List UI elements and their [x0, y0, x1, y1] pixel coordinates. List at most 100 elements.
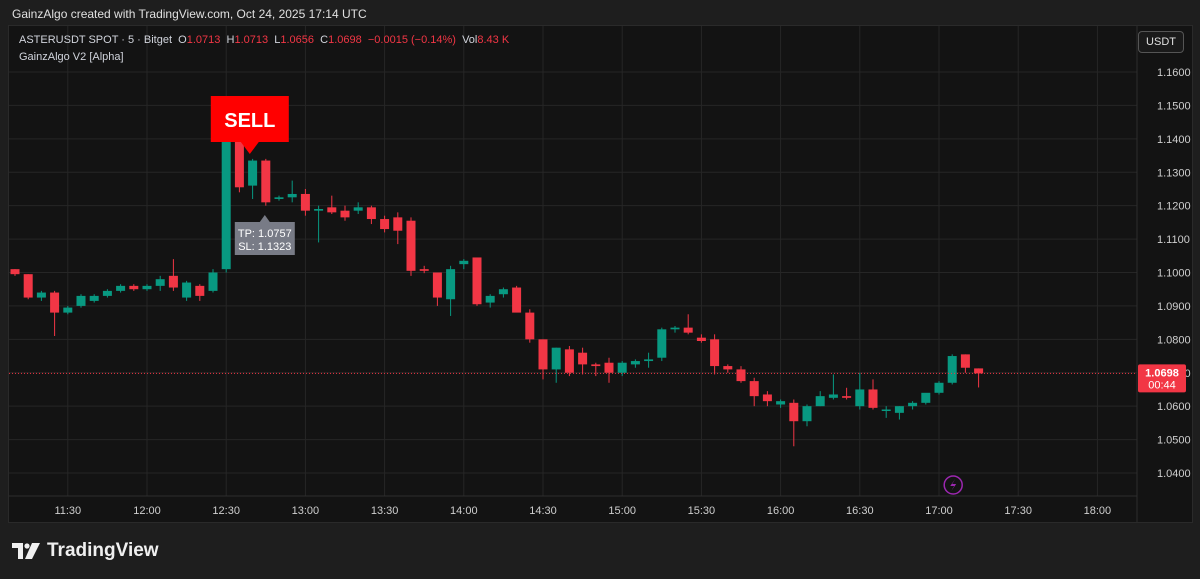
candle-body — [366, 207, 376, 220]
y-tick-label: 1.0400 — [1157, 468, 1191, 480]
candle-body — [208, 272, 218, 291]
high-value: 1.0713 — [234, 34, 269, 46]
candle-body — [789, 402, 799, 422]
y-tick-label: 1.1100 — [1157, 234, 1190, 246]
candle-body — [182, 282, 192, 298]
x-tick-label: 16:30 — [846, 505, 874, 517]
candle-body — [736, 369, 746, 382]
y-tick-label: 1.1600 — [1157, 67, 1191, 79]
candle-body — [564, 349, 574, 373]
candle-body — [921, 392, 931, 403]
candle-body — [525, 312, 535, 340]
low-value: 1.0656 — [280, 34, 315, 46]
candle-body — [498, 289, 508, 295]
candle-body — [617, 362, 627, 373]
candle-body — [116, 285, 126, 291]
x-tick-label: 12:30 — [212, 505, 240, 517]
chart-caption: GainzAlgo created with TradingView.com, … — [12, 7, 367, 21]
candle-body — [512, 287, 522, 313]
indicator-label[interactable]: GainzAlgo V2 [Alpha] — [19, 51, 124, 63]
candle-body — [102, 290, 112, 296]
ohlc-legend: ASTERUSDT SPOT · 5 · Bitget O1.0713 H1.0… — [19, 34, 509, 46]
candle-body — [314, 209, 324, 211]
countdown-label: 00:44 — [1148, 379, 1176, 391]
chart-panel[interactable]: 1.04001.05001.06001.07001.08001.09001.10… — [8, 25, 1193, 523]
candle-body — [129, 285, 139, 290]
candle-body — [974, 368, 984, 374]
candle-body — [855, 389, 865, 407]
candle-body — [828, 394, 838, 398]
candle-body — [842, 396, 852, 398]
candle-body — [459, 260, 469, 265]
tradingview-logo[interactable]: TradingView — [12, 540, 159, 562]
y-tick-label: 1.1000 — [1157, 268, 1191, 280]
candle-body — [63, 307, 73, 313]
sl-label: SL: 1.1323 — [238, 241, 291, 253]
tradingview-brand-text: TradingView — [47, 540, 159, 561]
candle-body — [419, 269, 429, 271]
current-price-label: 1.0698 — [1145, 367, 1179, 379]
candle-body — [168, 275, 178, 288]
candle-body — [446, 269, 456, 300]
candle-body — [432, 272, 442, 298]
y-tick-label: 1.0500 — [1157, 435, 1191, 447]
candle-body — [960, 354, 970, 368]
y-tick-label: 1.0800 — [1157, 334, 1191, 346]
x-tick-label: 12:00 — [133, 505, 161, 517]
candle-body — [683, 327, 693, 333]
sell-signal-label: SELL — [224, 110, 275, 132]
candle-body — [657, 329, 667, 358]
candle-body — [762, 394, 772, 402]
candle-body — [36, 292, 46, 298]
x-tick-label: 15:30 — [688, 505, 716, 517]
candle-body — [287, 193, 297, 198]
candle-body — [300, 193, 310, 211]
volume-value: 8.43 K — [477, 34, 510, 46]
plot-area — [9, 26, 1137, 496]
candle-body — [89, 295, 99, 301]
candle-body — [380, 219, 390, 230]
candle-body — [894, 406, 904, 413]
candle-body — [221, 140, 231, 270]
x-tick-label: 14:30 — [529, 505, 557, 517]
tradingview-logo-icon — [12, 543, 40, 559]
candle-body — [696, 337, 706, 342]
candle-body — [142, 285, 152, 290]
y-tick-label: 1.0600 — [1157, 401, 1191, 413]
candle-body — [710, 339, 720, 367]
currency-button[interactable]: USDT — [1138, 31, 1184, 53]
x-tick-label: 13:30 — [371, 505, 399, 517]
open-label: O — [178, 34, 187, 46]
candle-body — [947, 356, 957, 383]
y-tick-label: 1.1500 — [1157, 100, 1191, 112]
candle-body — [934, 382, 944, 393]
x-tick-label: 17:00 — [925, 505, 953, 517]
x-tick-label: 11:30 — [54, 505, 81, 517]
candlestick-chart[interactable]: 1.04001.05001.06001.07001.08001.09001.10… — [9, 26, 1192, 522]
candle-body — [908, 402, 918, 407]
open-value: 1.0713 — [186, 34, 221, 46]
candle-body — [485, 295, 495, 303]
candle-body — [50, 292, 60, 313]
candle-body — [723, 366, 733, 370]
volume-label: Vol — [462, 34, 478, 46]
x-tick-label: 14:00 — [450, 505, 478, 517]
candle-body — [261, 160, 271, 203]
candle-body — [815, 396, 825, 407]
candle-body — [644, 359, 654, 362]
close-value: 1.0698 — [328, 34, 362, 46]
candle-body — [234, 140, 244, 188]
candle-body — [802, 406, 812, 422]
candle-body — [353, 207, 363, 211]
x-tick-label: 16:00 — [767, 505, 795, 517]
candle-body — [327, 207, 337, 213]
candle-body — [538, 339, 548, 370]
candle-body — [749, 381, 759, 397]
candle-body — [472, 257, 482, 305]
candle-body — [76, 295, 86, 306]
candle-body — [248, 160, 258, 186]
candle-body — [881, 409, 891, 412]
symbol-label[interactable]: ASTERUSDT SPOT · 5 · Bitget — [19, 34, 172, 46]
candle-body — [551, 347, 561, 370]
candle-body — [630, 361, 640, 365]
